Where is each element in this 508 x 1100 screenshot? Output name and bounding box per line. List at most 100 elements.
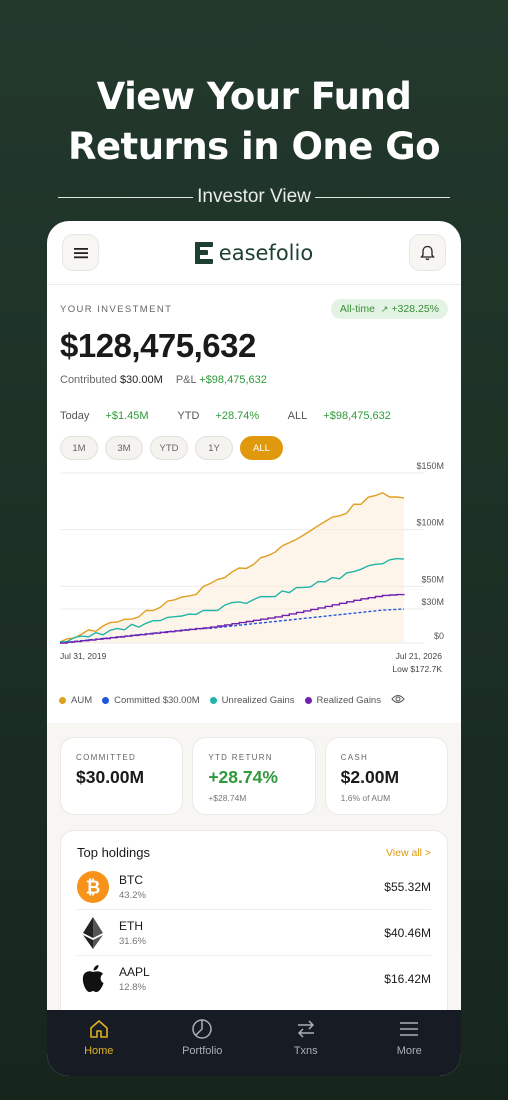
nav-label: Portfolio (182, 1045, 223, 1057)
metric-card-ytd-return[interactable]: YTD RETURN +28.74% +$28.74M (192, 737, 316, 815)
holding-value: $40.46M (384, 925, 431, 940)
y-tick-label: $30M (421, 597, 444, 607)
total-value: $128,475,632 (60, 327, 256, 364)
pie-chart-icon (192, 1019, 212, 1039)
hamburger-icon (73, 247, 88, 258)
metric-value: $2.00M (340, 767, 400, 787)
pnl-value: +$98,475,632 (199, 374, 267, 386)
metric-card-committed[interactable]: COMMITTED $30.00M (60, 737, 184, 815)
legend-label: Committed $30.00M (114, 695, 200, 706)
legend-dot (304, 697, 312, 704)
metric-sub: +$28.74M (208, 793, 247, 803)
bitcoin-icon: ₿ (77, 870, 109, 903)
legend-item[interactable]: Realized Gains (304, 695, 381, 706)
holding-value: $55.32M (384, 879, 431, 894)
nav-home[interactable]: Home (47, 1010, 151, 1076)
top-bar: easefolio (47, 221, 461, 285)
metric-label: CASH (340, 753, 369, 762)
bottom-nav: Home Portfolio Txns More (47, 1010, 461, 1076)
brand-logo: easefolio (194, 240, 314, 265)
notification-button[interactable] (408, 234, 446, 271)
nav-txns[interactable]: Txns (254, 1010, 358, 1076)
metric-sub: 1.6% of AUM (340, 793, 391, 803)
holding-row[interactable]: ₿ BTC 43.2% $55.32M (77, 864, 431, 910)
legend-item[interactable]: AUM (59, 695, 92, 706)
ytd-value: +28.74% (215, 410, 260, 422)
y-tick-label: $50M (421, 574, 444, 584)
legend-dot (102, 697, 110, 704)
headline-line-2: Returns in One Go (67, 125, 441, 168)
legend-label: AUM (71, 695, 93, 706)
view-all-link[interactable]: View all > (386, 847, 431, 859)
ytd-label: YTD (177, 410, 200, 422)
menu-icon (400, 1022, 419, 1036)
holding-pct: 31.6% (119, 935, 146, 947)
contributed-value: $30.00M (119, 374, 163, 386)
holding-pct: 43.2% (119, 889, 146, 901)
metric-value: +28.74% (208, 767, 278, 787)
holding-row[interactable]: ETH 31.6% $40.46M (77, 910, 431, 956)
contributed-label: Contributed (60, 374, 117, 386)
legend-label: Unrealized Gains (221, 695, 295, 706)
holding-pct: 12.8% (119, 982, 146, 993)
today-value: +$1.45M (105, 410, 149, 422)
legend-label: Realized Gains (316, 695, 381, 706)
nav-portfolio[interactable]: Portfolio (151, 1010, 255, 1076)
metric-cards: COMMITTED $30.00M YTD RETURN +28.74% +$2… (60, 737, 448, 815)
legend-dot (59, 697, 66, 704)
headline-line-1: View Your Fund (96, 75, 412, 118)
alltime-label: All-time (339, 303, 375, 315)
holding-name: ETH (119, 918, 143, 933)
performance-chart: $150M $100M $50M $30M $0 Jul 31, 2019 Jul 21, … (59, 461, 444, 674)
legend-item[interactable]: Unrealized Gains (209, 695, 295, 706)
x-end-label: Jul 21, 2026 (396, 651, 443, 661)
swap-arrows-icon (297, 1020, 314, 1038)
svg-text:₿: ₿ (86, 877, 101, 898)
headline: View Your Fund Returns in One Go (0, 72, 508, 172)
ethereum-icon (77, 916, 109, 949)
divider-left (58, 196, 194, 198)
y-tick-label: $100M (416, 518, 444, 528)
alltime-badge: All-time ↗ +328.25% (330, 299, 448, 319)
return-stats: Today +$1.45M YTD +28.74% ALL +$98,475,6… (60, 410, 448, 422)
legend-item[interactable]: Committed $30.00M (102, 695, 200, 706)
alltime-value: +328.25% (391, 303, 439, 315)
logo-mark-icon (194, 241, 213, 264)
eye-icon[interactable] (391, 694, 405, 707)
apple-icon (77, 963, 109, 995)
metric-value: $30.00M (76, 767, 145, 787)
nav-label: Txns (293, 1045, 318, 1057)
holding-name: BTC (119, 872, 143, 887)
today-label: Today (60, 410, 90, 422)
nav-more[interactable]: More (358, 1010, 462, 1076)
pnl-label: P&L (175, 374, 197, 386)
bell-icon (420, 245, 435, 260)
home-icon (89, 1020, 108, 1038)
holding-row[interactable]: AAPL 12.8% $16.42M (77, 956, 431, 1002)
brand-name: easefolio (218, 240, 314, 265)
contribution-line: Contributed $30.00M P&L +$98,475,632 (60, 374, 448, 386)
y-tick-label: $150M (416, 461, 444, 471)
top-holdings-card: Top holdings View all > ₿ BTC 43.2% $55.3… (60, 830, 448, 1030)
subtitle: Investor View (197, 186, 311, 207)
divider-right (314, 196, 451, 198)
x-start-label: Jul 31, 2019 (60, 651, 107, 661)
holdings-title: Top holdings (77, 845, 150, 860)
metric-label: YTD RETURN (208, 753, 273, 762)
metric-label: COMMITTED (76, 753, 137, 762)
holding-name: AAPL (119, 965, 150, 979)
phone-screen: easefolio YOUR INVESTMENT All-time ↗ +328… (47, 221, 461, 1076)
chart-legend: AUM Committed $30.00M Unrealized Gains Real… (59, 694, 405, 707)
subtitle-row: Investor View (58, 186, 451, 208)
menu-button[interactable] (62, 234, 99, 271)
trend-up-icon: ↗ (380, 304, 389, 314)
all-label: ALL (287, 410, 308, 422)
metric-card-cash[interactable]: CASH $2.00M 1.6% of AUM (324, 737, 448, 815)
holding-value: $16.42M (384, 972, 431, 986)
aum-area (60, 492, 404, 643)
investment-label: YOUR INVESTMENT (60, 303, 173, 315)
investment-summary: YOUR INVESTMENT All-time ↗ +328.25% $128,… (47, 285, 461, 460)
nav-label: Home (84, 1045, 114, 1057)
low-label: Low $172.7K (392, 664, 442, 674)
lower-section: COMMITTED $30.00M YTD RETURN +28.74% +$2… (47, 723, 461, 1030)
